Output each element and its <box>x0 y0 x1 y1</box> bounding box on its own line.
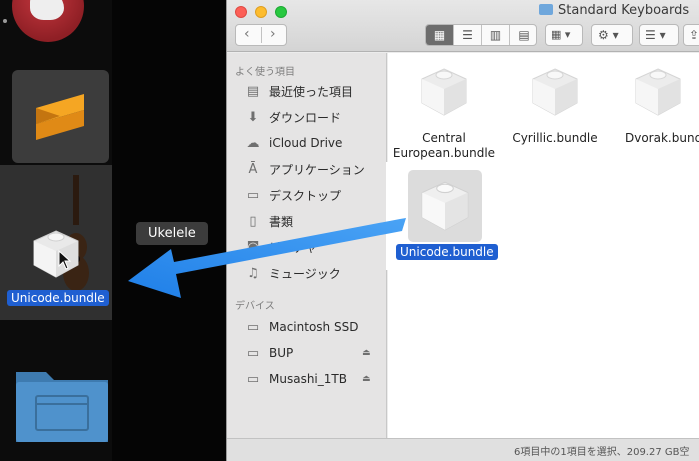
applications-icon: Ā <box>248 161 258 177</box>
eject-icon[interactable]: ⏏ <box>362 374 371 384</box>
favorites-heading: よく使う項目 <box>235 67 295 78</box>
screen: Unicode.bundle Ukelele Standard Keyboard… <box>0 0 699 461</box>
sidebar-item-musashi[interactable]: ▭ Musashi_1TB <box>244 369 347 389</box>
bundle-icon <box>532 68 578 116</box>
icloud-icon: ☁ <box>246 135 260 151</box>
dock-tooltip: Ukelele <box>136 222 208 245</box>
unicode-bundle-drag-icon[interactable] <box>28 225 84 281</box>
sidebar-item-bup[interactable]: ▭ BUP <box>244 343 293 363</box>
column-view-button[interactable]: ▥ <box>482 25 510 45</box>
file-item[interactable]: Central European.bundle <box>388 63 500 161</box>
sidebar-item-desktop[interactable]: ▭ デスクトップ <box>244 185 341 205</box>
bundle-icon <box>635 68 681 116</box>
music-icon: ♫ <box>247 265 259 281</box>
bundle-icon <box>421 181 469 231</box>
file-item[interactable]: Dvorak.bundle <box>613 63 699 146</box>
list-view-button[interactable]: ☰ <box>454 25 482 45</box>
share-button[interactable]: ⇪ <box>683 24 699 46</box>
sidebar-item-music[interactable]: ♫ ミュージック <box>244 263 341 283</box>
sidebar: よく使う項目 ▤ 最近使った項目 ⬇ ダウンロード ☁ iCloud Drive Āア… <box>227 53 387 438</box>
minimize-button[interactable] <box>255 6 267 18</box>
folder-icon <box>539 4 553 15</box>
drive-icon: ▭ <box>246 371 260 387</box>
drive-icon: ▭ <box>246 319 260 335</box>
sidebar-item-applications[interactable]: Ā アプリケーション <box>244 159 365 179</box>
window-title: Standard Keyboards <box>539 3 689 18</box>
navigation-buttons: ‹ › <box>235 24 287 46</box>
sidebar-item-documents[interactable]: ▯ 書類 <box>244 211 293 231</box>
bundle-icon <box>421 68 467 116</box>
gallery-view-button[interactable]: ▤ <box>510 25 538 45</box>
back-icon[interactable]: ‹ <box>244 26 250 42</box>
sidebar-item-macintosh-ssd[interactable]: ▭ Macintosh SSD <box>244 317 359 337</box>
sidebar-item-icloud[interactable]: ☁ iCloud Drive <box>244 133 343 153</box>
running-indicator <box>3 19 7 23</box>
recents-icon: ▤ <box>246 83 260 99</box>
zoom-button[interactable] <box>275 6 287 18</box>
folder-icon[interactable] <box>14 362 110 444</box>
selected-file-item[interactable]: Unicode.bundle <box>386 162 507 270</box>
view-switcher: ▦ ☰ ▥ ▤ <box>425 24 537 46</box>
close-button[interactable] <box>235 6 247 18</box>
drag-item-label: Unicode.bundle <box>7 290 109 306</box>
sidebar-item-downloads[interactable]: ⬇ ダウンロード <box>244 107 341 127</box>
action-gear-button[interactable]: ⚙ ▾ <box>591 24 633 46</box>
sidebar-item-pictures[interactable]: ◙ ピクチャ <box>244 237 317 257</box>
status-text: 6項目中の1項目を選択、209.27 GB空 <box>514 447 690 458</box>
drive-icon: ▭ <box>246 345 260 361</box>
selected-file-label: Unicode.bundle <box>396 244 498 260</box>
arrange-button[interactable]: ▦ ▾ <box>545 24 583 46</box>
devices-heading: デバイス <box>235 301 275 312</box>
status-bar: 6項目中の1項目を選択、209.27 GB空 <box>227 438 699 461</box>
pictures-icon: ◙ <box>246 239 260 255</box>
icon-view-button[interactable]: ▦ <box>426 25 454 45</box>
eject-icon[interactable]: ⏏ <box>362 348 371 358</box>
bear-app-icon[interactable] <box>12 0 84 42</box>
documents-icon: ▯ <box>249 213 257 229</box>
file-item[interactable]: Cyrillic.bundle <box>510 63 600 146</box>
group-by-button[interactable]: ☰ ▾ <box>639 24 679 46</box>
mouse-cursor-icon <box>58 250 72 270</box>
forward-icon[interactable]: › <box>270 26 276 42</box>
toolbar: Standard Keyboards ‹ › ▦ ☰ ▥ ▤ ▦ ▾ ⚙ ▾ ☰… <box>227 0 699 52</box>
dock: Unicode.bundle <box>0 0 112 461</box>
desktop-icon: ▭ <box>246 187 260 203</box>
downloads-icon: ⬇ <box>247 109 259 125</box>
sidebar-item-recents[interactable]: ▤ 最近使った項目 <box>244 81 353 101</box>
sublime-text-app-icon[interactable] <box>12 70 109 163</box>
